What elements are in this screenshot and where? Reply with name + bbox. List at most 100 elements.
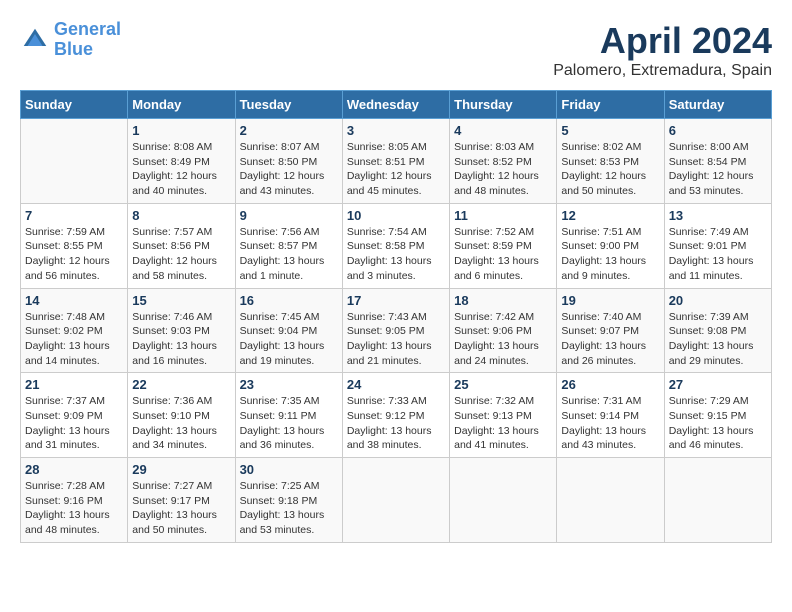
day-info: Sunrise: 7:40 AM Sunset: 9:07 PM Dayligh… [561, 310, 659, 369]
day-number: 23 [240, 377, 338, 392]
day-info: Sunrise: 7:42 AM Sunset: 9:06 PM Dayligh… [454, 310, 552, 369]
day-info: Sunrise: 8:07 AM Sunset: 8:50 PM Dayligh… [240, 140, 338, 199]
day-info: Sunrise: 7:56 AM Sunset: 8:57 PM Dayligh… [240, 225, 338, 284]
weekday-header: Monday [128, 91, 235, 119]
week-row: 7 Sunrise: 7:59 AM Sunset: 8:55 PM Daylig… [21, 203, 772, 288]
week-row: 14Sunrise: 7:48 AM Sunset: 9:02 PM Dayli… [21, 288, 772, 373]
day-info: Sunrise: 7:25 AM Sunset: 9:18 PM Dayligh… [240, 479, 338, 538]
day-info: Sunrise: 7:27 AM Sunset: 9:17 PM Dayligh… [132, 479, 230, 538]
day-number: 14 [25, 293, 123, 308]
calendar-cell [557, 458, 664, 543]
calendar-cell [664, 458, 771, 543]
day-info: Sunrise: 7:36 AM Sunset: 9:10 PM Dayligh… [132, 394, 230, 453]
page-header: General Blue April 2024 Palomero, Extrem… [20, 20, 772, 80]
day-info: Sunrise: 7:52 AM Sunset: 8:59 PM Dayligh… [454, 225, 552, 284]
week-row: 1 Sunrise: 8:08 AM Sunset: 8:49 PM Daylig… [21, 119, 772, 204]
logo-icon [20, 25, 50, 55]
day-info: Sunrise: 7:35 AM Sunset: 9:11 PM Dayligh… [240, 394, 338, 453]
day-number: 12 [561, 208, 659, 223]
calendar-cell: 28Sunrise: 7:28 AM Sunset: 9:16 PM Dayli… [21, 458, 128, 543]
day-info: Sunrise: 7:39 AM Sunset: 9:08 PM Dayligh… [669, 310, 767, 369]
day-info: Sunrise: 7:59 AM Sunset: 8:55 PM Dayligh… [25, 225, 123, 284]
day-info: Sunrise: 7:51 AM Sunset: 9:00 PM Dayligh… [561, 225, 659, 284]
day-info: Sunrise: 7:46 AM Sunset: 9:03 PM Dayligh… [132, 310, 230, 369]
day-info: Sunrise: 7:54 AM Sunset: 8:58 PM Dayligh… [347, 225, 445, 284]
calendar-cell: 14Sunrise: 7:48 AM Sunset: 9:02 PM Dayli… [21, 288, 128, 373]
calendar-cell: 29 Sunrise: 7:27 AM Sunset: 9:17 PM Dayli… [128, 458, 235, 543]
day-number: 2 [240, 123, 338, 138]
title-block: April 2024 Palomero, Extremadura, Spain [553, 20, 772, 80]
calendar-cell [21, 119, 128, 204]
day-number: 28 [25, 462, 123, 477]
day-number: 3 [347, 123, 445, 138]
calendar-cell [450, 458, 557, 543]
calendar-cell [342, 458, 449, 543]
calendar-cell: 25 Sunrise: 7:32 AM Sunset: 9:13 PM Dayli… [450, 373, 557, 458]
day-number: 15 [132, 293, 230, 308]
day-info: Sunrise: 7:49 AM Sunset: 9:01 PM Dayligh… [669, 225, 767, 284]
calendar-cell: 19 Sunrise: 7:40 AM Sunset: 9:07 PM Dayli… [557, 288, 664, 373]
location-subtitle: Palomero, Extremadura, Spain [553, 62, 772, 80]
weekday-header: Saturday [664, 91, 771, 119]
day-number: 21 [25, 377, 123, 392]
day-number: 30 [240, 462, 338, 477]
weekday-header: Friday [557, 91, 664, 119]
calendar-cell: 12 Sunrise: 7:51 AM Sunset: 9:00 PM Dayli… [557, 203, 664, 288]
day-info: Sunrise: 7:29 AM Sunset: 9:15 PM Dayligh… [669, 394, 767, 453]
day-info: Sunrise: 8:03 AM Sunset: 8:52 PM Dayligh… [454, 140, 552, 199]
day-number: 25 [454, 377, 552, 392]
logo: General Blue [20, 20, 121, 60]
calendar-cell: 24 Sunrise: 7:33 AM Sunset: 9:12 PM Dayli… [342, 373, 449, 458]
calendar-cell: 13 Sunrise: 7:49 AM Sunset: 9:01 PM Dayli… [664, 203, 771, 288]
day-number: 7 [25, 208, 123, 223]
day-number: 19 [561, 293, 659, 308]
header-row: SundayMondayTuesdayWednesdayThursdayFrid… [21, 91, 772, 119]
day-number: 27 [669, 377, 767, 392]
day-info: Sunrise: 8:05 AM Sunset: 8:51 PM Dayligh… [347, 140, 445, 199]
calendar-table: SundayMondayTuesdayWednesdayThursdayFrid… [20, 90, 772, 543]
calendar-cell: 26Sunrise: 7:31 AM Sunset: 9:14 PM Dayli… [557, 373, 664, 458]
day-info: Sunrise: 7:33 AM Sunset: 9:12 PM Dayligh… [347, 394, 445, 453]
calendar-cell: 15 Sunrise: 7:46 AM Sunset: 9:03 PM Dayli… [128, 288, 235, 373]
day-number: 11 [454, 208, 552, 223]
day-number: 13 [669, 208, 767, 223]
calendar-cell: 9 Sunrise: 7:56 AM Sunset: 8:57 PM Daylig… [235, 203, 342, 288]
day-info: Sunrise: 7:32 AM Sunset: 9:13 PM Dayligh… [454, 394, 552, 453]
day-number: 22 [132, 377, 230, 392]
calendar-cell: 27 Sunrise: 7:29 AM Sunset: 9:15 PM Dayli… [664, 373, 771, 458]
logo-text: General Blue [54, 20, 121, 60]
calendar-cell: 5Sunrise: 8:02 AM Sunset: 8:53 PM Daylig… [557, 119, 664, 204]
week-row: 28Sunrise: 7:28 AM Sunset: 9:16 PM Dayli… [21, 458, 772, 543]
day-number: 5 [561, 123, 659, 138]
day-number: 16 [240, 293, 338, 308]
calendar-cell: 17Sunrise: 7:43 AM Sunset: 9:05 PM Dayli… [342, 288, 449, 373]
calendar-cell: 8Sunrise: 7:57 AM Sunset: 8:56 PM Daylig… [128, 203, 235, 288]
calendar-cell: 11 Sunrise: 7:52 AM Sunset: 8:59 PM Dayli… [450, 203, 557, 288]
calendar-cell: 30 Sunrise: 7:25 AM Sunset: 9:18 PM Dayli… [235, 458, 342, 543]
calendar-cell: 7 Sunrise: 7:59 AM Sunset: 8:55 PM Daylig… [21, 203, 128, 288]
calendar-cell: 18 Sunrise: 7:42 AM Sunset: 9:06 PM Dayli… [450, 288, 557, 373]
day-number: 18 [454, 293, 552, 308]
day-number: 24 [347, 377, 445, 392]
day-number: 29 [132, 462, 230, 477]
weekday-header: Tuesday [235, 91, 342, 119]
calendar-cell: 3 Sunrise: 8:05 AM Sunset: 8:51 PM Daylig… [342, 119, 449, 204]
day-number: 10 [347, 208, 445, 223]
week-row: 21 Sunrise: 7:37 AM Sunset: 9:09 PM Dayli… [21, 373, 772, 458]
day-number: 1 [132, 123, 230, 138]
day-info: Sunrise: 7:37 AM Sunset: 9:09 PM Dayligh… [25, 394, 123, 453]
day-number: 6 [669, 123, 767, 138]
day-info: Sunrise: 8:08 AM Sunset: 8:49 PM Dayligh… [132, 140, 230, 199]
calendar-cell: 16Sunrise: 7:45 AM Sunset: 9:04 PM Dayli… [235, 288, 342, 373]
calendar-cell: 10 Sunrise: 7:54 AM Sunset: 8:58 PM Dayli… [342, 203, 449, 288]
calendar-cell: 23 Sunrise: 7:35 AM Sunset: 9:11 PM Dayli… [235, 373, 342, 458]
calendar-cell: 6 Sunrise: 8:00 AM Sunset: 8:54 PM Daylig… [664, 119, 771, 204]
calendar-cell: 22 Sunrise: 7:36 AM Sunset: 9:10 PM Dayli… [128, 373, 235, 458]
calendar-cell: 2 Sunrise: 8:07 AM Sunset: 8:50 PM Daylig… [235, 119, 342, 204]
calendar-cell: 20Sunrise: 7:39 AM Sunset: 9:08 PM Dayli… [664, 288, 771, 373]
day-info: Sunrise: 8:00 AM Sunset: 8:54 PM Dayligh… [669, 140, 767, 199]
calendar-cell: 4Sunrise: 8:03 AM Sunset: 8:52 PM Daylig… [450, 119, 557, 204]
weekday-header: Sunday [21, 91, 128, 119]
day-number: 9 [240, 208, 338, 223]
calendar-cell: 1 Sunrise: 8:08 AM Sunset: 8:49 PM Daylig… [128, 119, 235, 204]
